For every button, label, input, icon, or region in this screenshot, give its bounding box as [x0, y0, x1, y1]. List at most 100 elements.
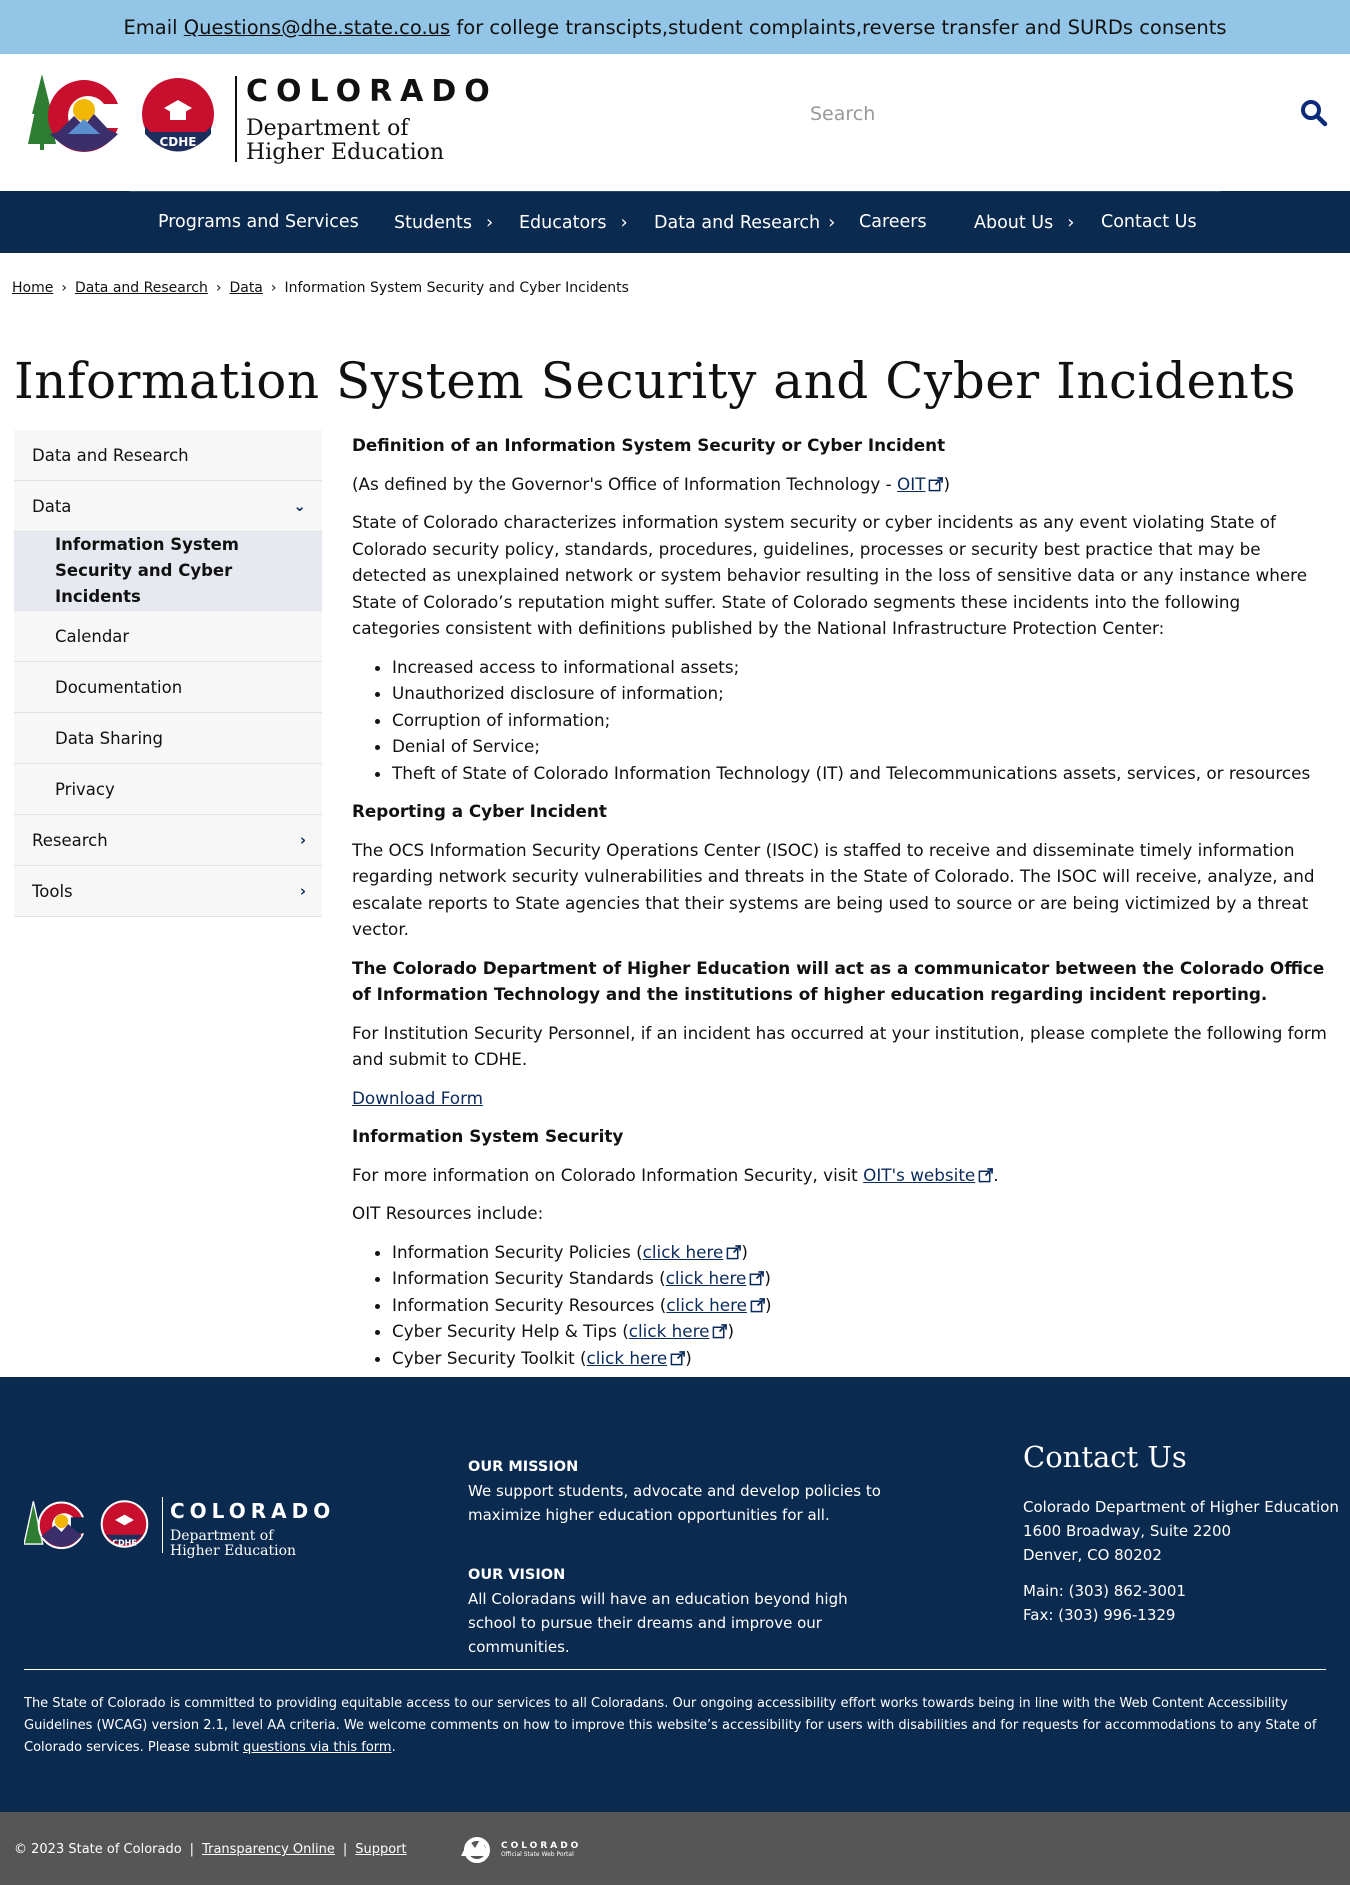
click-here-link[interactable]: click here — [587, 1348, 668, 1368]
institution-paragraph: For Institution Security Personnel, if a… — [352, 1022, 1327, 1070]
logo-colorado-text: COLORADO — [246, 74, 498, 109]
contact-heading: Contact Us — [1023, 1440, 1187, 1474]
sidebar-item-label: Calendar — [55, 626, 130, 646]
chevron-right-icon[interactable]: › — [620, 212, 627, 233]
list-item: Cyber Security Toolkit (click here) — [392, 1345, 1332, 1372]
search-button[interactable] — [1298, 98, 1330, 130]
list-item: Information Security Resources (click he… — [392, 1292, 1332, 1319]
nav-students[interactable]: Students › — [394, 212, 493, 233]
list-item: Corruption of information; — [392, 707, 1332, 734]
nav-label: Careers — [859, 212, 927, 232]
defined-by-prefix: (As defined by the Governor's Office of … — [352, 473, 898, 494]
chevron-right-icon[interactable]: › — [486, 212, 493, 233]
portal-wordmark: COLORADO Official State Web Portal — [501, 1841, 581, 1858]
mission-text: We support students, advocate and develo… — [468, 1482, 881, 1524]
vision-heading: OUR VISION — [468, 1567, 566, 1583]
logo-badge-text: CDHE — [159, 135, 196, 149]
nav-programs-and-services[interactable]: Programs and Services — [158, 212, 359, 232]
download-form-link[interactable]: Download Form — [352, 1088, 483, 1108]
external-link-icon — [750, 1271, 765, 1286]
contact-city: Denver, CO 80202 — [1023, 1546, 1162, 1564]
chevron-right-icon[interactable]: › — [828, 212, 835, 233]
defined-by-text: (As defined by the Governor's Office of … — [352, 471, 1332, 498]
contact-street: 1600 Broadway, Suite 2200 — [1023, 1522, 1232, 1540]
breadcrumb-data-and-research[interactable]: Data and Research — [75, 280, 208, 296]
mission-heading: OUR MISSION — [468, 1459, 579, 1475]
chevron-right-icon[interactable]: › — [300, 831, 306, 849]
list-item: Cyber Security Help & Tips (click here) — [392, 1318, 1332, 1345]
sidebar-item-label: Information System Security and Cyber In… — [55, 535, 239, 606]
breadcrumb-home[interactable]: Home — [12, 280, 53, 296]
sidebar-item-tools[interactable]: Tools › — [14, 866, 322, 917]
sidebar-item-label: Data Sharing — [55, 728, 163, 748]
sidebar-item-label: Data and Research — [32, 445, 189, 465]
reporting-paragraph: The OCS Information Security Operations … — [352, 839, 1315, 940]
click-here-link[interactable]: click here — [666, 1268, 747, 1288]
external-link-icon — [750, 1297, 765, 1312]
contact-main-phone[interactable]: Main: (303) 862-3001 — [1023, 1579, 1339, 1603]
nav-label: Students — [394, 212, 473, 233]
portal-colorado: COLORADO — [501, 1840, 582, 1851]
list-item: Denial of Service; — [392, 733, 1332, 760]
support-link[interactable]: Support — [355, 1842, 406, 1857]
alert-banner: Email Questions@dhe.state.co.us for coll… — [0, 0, 1350, 54]
sidebar-item-label: Research — [32, 830, 108, 850]
alert-email-link[interactable]: Questions@dhe.state.co.us — [184, 16, 450, 39]
search-input[interactable] — [810, 94, 1280, 134]
footer-divider — [24, 1669, 1326, 1670]
resource-label: Cyber Security Toolkit ( — [392, 1347, 587, 1368]
sidebar-item-data[interactable]: Data ⌄ — [14, 481, 322, 532]
nav-about-us[interactable]: About Us › — [974, 212, 1074, 233]
sidebar-item-research[interactable]: Research › — [14, 815, 322, 866]
breadcrumb: Home › Data and Research › Data › Inform… — [12, 280, 629, 296]
click-here-link[interactable]: click here — [666, 1295, 747, 1315]
download-form-paragraph: Download Form — [352, 1085, 1332, 1112]
breadcrumb-data[interactable]: Data — [229, 280, 262, 296]
chevron-down-icon[interactable]: ⌄ — [293, 497, 306, 515]
sidebar-item-data-and-research[interactable]: Data and Research — [14, 430, 322, 481]
accessibility-form-link[interactable]: questions via this form — [243, 1740, 392, 1755]
external-link-icon — [726, 1244, 742, 1259]
oit-link[interactable]: OIT — [897, 474, 925, 494]
footer-logo-dept-line1: Department of — [170, 1528, 274, 1544]
transparency-online-link[interactable]: Transparency Online — [202, 1842, 335, 1857]
external-link-icon — [929, 476, 944, 491]
state-portal-logo[interactable]: COLORADO Official State Web Portal — [455, 1834, 581, 1864]
footer-logo-divider — [162, 1497, 163, 1553]
sidebar-item-documentation[interactable]: Documentation — [14, 662, 322, 713]
oit-website-link[interactable]: OIT's website — [863, 1165, 975, 1185]
nav-educators[interactable]: Educators › — [519, 212, 628, 233]
sidebar-item-calendar[interactable]: Calendar — [14, 611, 322, 662]
click-here-link[interactable]: click here — [629, 1321, 710, 1341]
page-title: Information System Security and Cyber In… — [14, 352, 1297, 410]
accessibility-statement: The State of Colorado is committed to pr… — [24, 1693, 1324, 1759]
list-item: Unauthorized disclosure of information; — [392, 680, 1332, 707]
bottom-bar: © 2023 State of Colorado | Transparency … — [0, 1812, 1350, 1885]
chevron-right-icon[interactable]: › — [1067, 212, 1074, 233]
colorado-c-icon — [461, 1837, 490, 1863]
search-bar — [810, 94, 1330, 134]
communicator-paragraph: The Colorado Department of Higher Educat… — [352, 957, 1325, 1005]
resource-close: ) — [764, 1294, 772, 1315]
footer-logo[interactable]: CDHE COLORADO Department of Higher Educa… — [23, 1495, 354, 1559]
nav-careers[interactable]: Careers — [859, 212, 927, 232]
resource-label: Cyber Security Help & Tips ( — [392, 1321, 629, 1341]
bottom-separator: | — [189, 1842, 195, 1857]
sidebar-item-privacy[interactable]: Privacy — [14, 764, 322, 815]
nav-contact-us[interactable]: Contact Us — [1101, 212, 1197, 232]
list-item: Information Security Standards (click he… — [392, 1265, 1332, 1292]
breadcrumb-current: Information System Security and Cyber In… — [284, 280, 629, 296]
breadcrumb-separator: › — [61, 280, 67, 296]
nav-label: About Us — [974, 212, 1054, 233]
nav-data-and-research[interactable]: Data and Research › — [654, 212, 835, 233]
external-link-icon — [670, 1350, 686, 1365]
footer-logo-badge-text: CDHE — [112, 1538, 137, 1547]
nav-label: Data and Research — [654, 212, 821, 233]
sidebar-item-data-sharing[interactable]: Data Sharing — [14, 713, 322, 764]
chevron-right-icon[interactable]: › — [300, 882, 306, 900]
sidebar-item-information-system-security[interactable]: Information System Security and Cyber In… — [14, 532, 322, 611]
main-nav: Programs and Services Students › Educato… — [0, 191, 1350, 253]
sidebar-item-label: Data — [32, 496, 72, 516]
cdhe-logo[interactable]: CDHE COLORADO Department of Higher Educa… — [28, 74, 490, 170]
click-here-link[interactable]: click here — [643, 1242, 724, 1262]
